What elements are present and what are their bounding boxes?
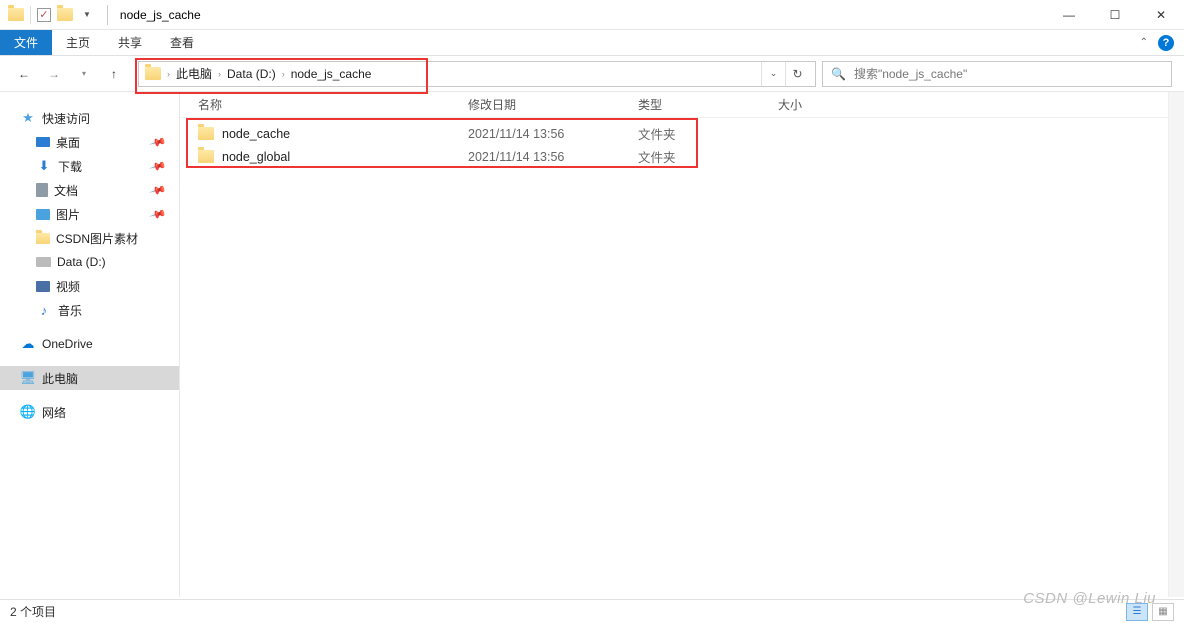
address-bar[interactable]: › 此电脑 › Data (D:) › node_js_cache ⌄ ↻ bbox=[138, 61, 816, 87]
qat-customize-icon[interactable]: ▼ bbox=[79, 10, 95, 19]
sidebar-music[interactable]: ♪音乐 bbox=[0, 298, 179, 322]
nav-up-button[interactable]: ↑ bbox=[102, 62, 126, 86]
chevron-right-icon[interactable]: › bbox=[282, 69, 285, 79]
tab-view[interactable]: 查看 bbox=[156, 30, 208, 55]
ribbon-collapse-icon[interactable]: ⌃ bbox=[1140, 37, 1148, 48]
title-bar: ✓ ▼ node_js_cache — ☐ ✕ bbox=[0, 0, 1184, 30]
column-headers: 名称 修改日期 类型 大小 bbox=[180, 92, 1184, 118]
window-title: node_js_cache bbox=[120, 8, 201, 22]
sidebar-quick-access[interactable]: ★快速访问 bbox=[0, 106, 179, 130]
breadcrumb-this-pc[interactable]: 此电脑 bbox=[176, 65, 212, 82]
tab-home[interactable]: 主页 bbox=[52, 30, 104, 55]
qat-newfolder-icon[interactable] bbox=[57, 8, 73, 21]
close-button[interactable]: ✕ bbox=[1138, 0, 1184, 30]
vertical-scrollbar[interactable] bbox=[1168, 92, 1184, 597]
watermark: CSDN @Lewin Liu bbox=[1023, 590, 1156, 607]
pin-icon: 📌 bbox=[149, 205, 167, 223]
chevron-right-icon[interactable]: › bbox=[218, 69, 221, 79]
refresh-button[interactable]: ↻ bbox=[785, 62, 809, 86]
column-type[interactable]: 类型 bbox=[638, 96, 778, 113]
sidebar-documents[interactable]: 文档📌 bbox=[0, 178, 179, 202]
pin-icon: 📌 bbox=[149, 157, 167, 175]
status-bar: 2 个项目 ☰ ▦ bbox=[0, 599, 1184, 623]
column-size[interactable]: 大小 bbox=[778, 96, 858, 113]
search-input[interactable]: 🔍 搜索"node_js_cache" bbox=[822, 61, 1172, 87]
table-row[interactable]: node_global 2021/11/14 13:56 文件夹 bbox=[180, 145, 1184, 168]
qat-properties-icon[interactable]: ✓ bbox=[37, 8, 51, 22]
search-icon: 🔍 bbox=[831, 67, 846, 81]
folder-icon bbox=[198, 150, 214, 163]
pin-icon: 📌 bbox=[149, 133, 167, 151]
status-item-count: 2 个项目 bbox=[10, 603, 56, 620]
sidebar-downloads[interactable]: ⬇下载📌 bbox=[0, 154, 179, 178]
help-icon[interactable]: ? bbox=[1158, 35, 1174, 51]
breadcrumb-folder[interactable]: node_js_cache bbox=[291, 67, 372, 81]
column-date[interactable]: 修改日期 bbox=[468, 96, 638, 113]
column-name[interactable]: 名称 bbox=[198, 96, 468, 113]
sidebar-pictures[interactable]: 图片📌 bbox=[0, 202, 179, 226]
folder-icon bbox=[198, 127, 214, 140]
breadcrumb-drive[interactable]: Data (D:) bbox=[227, 67, 276, 81]
ribbon: 文件 主页 共享 查看 ⌃ ? bbox=[0, 30, 1184, 56]
sidebar-onedrive[interactable]: ☁OneDrive bbox=[0, 332, 179, 356]
sidebar-csdn[interactable]: CSDN图片素材 bbox=[0, 226, 179, 250]
navigation-row: ← → ▾ ↑ › 此电脑 › Data (D:) › node_js_cach… bbox=[0, 56, 1184, 92]
tab-share[interactable]: 共享 bbox=[104, 30, 156, 55]
file-list-pane: 名称 修改日期 类型 大小 node_cache 2021/11/14 13:5… bbox=[180, 92, 1184, 597]
table-row[interactable]: node_cache 2021/11/14 13:56 文件夹 bbox=[180, 122, 1184, 145]
sidebar-desktop[interactable]: 桌面📌 bbox=[0, 130, 179, 154]
app-folder-icon bbox=[8, 8, 24, 21]
maximize-button[interactable]: ☐ bbox=[1092, 0, 1138, 30]
tab-file[interactable]: 文件 bbox=[0, 30, 52, 55]
sidebar-data-drive[interactable]: Data (D:) bbox=[0, 250, 179, 274]
nav-back-button[interactable]: ← bbox=[12, 62, 36, 86]
sidebar-network[interactable]: 🌐网络 bbox=[0, 400, 179, 424]
address-dropdown-icon[interactable]: ⌄ bbox=[761, 62, 785, 86]
minimize-button[interactable]: — bbox=[1046, 0, 1092, 30]
nav-recent-dropdown[interactable]: ▾ bbox=[72, 62, 96, 86]
chevron-right-icon[interactable]: › bbox=[167, 69, 170, 79]
navigation-pane: ★快速访问 桌面📌 ⬇下载📌 文档📌 图片📌 CSDN图片素材 Data (D:… bbox=[0, 92, 180, 597]
pin-icon: 📌 bbox=[149, 181, 167, 199]
address-folder-icon bbox=[145, 67, 161, 80]
nav-forward-button[interactable]: → bbox=[42, 62, 66, 86]
sidebar-videos[interactable]: 视频 bbox=[0, 274, 179, 298]
sidebar-this-pc[interactable]: 🖥此电脑 bbox=[0, 366, 179, 390]
search-placeholder: 搜索"node_js_cache" bbox=[854, 65, 967, 82]
